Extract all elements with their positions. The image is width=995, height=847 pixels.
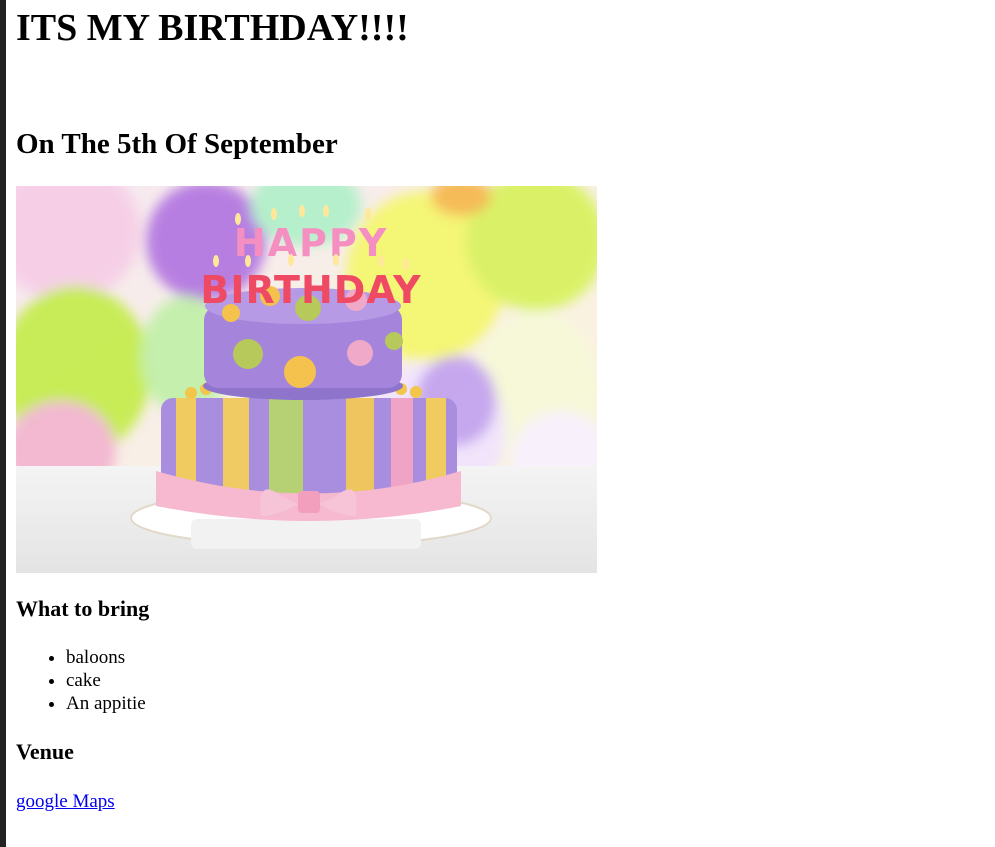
venue-heading: Venue [16,739,74,764]
svg-text:HAPPY: HAPPY [234,221,388,265]
birthday-cake-image: HAPPY BIRTHDAY [16,186,597,573]
list-item: cake [66,669,146,692]
list-item: baloons [66,646,146,669]
list-item: An appitie [66,692,146,715]
google-maps-link[interactable]: google Maps [16,790,115,813]
what-to-bring-heading: What to bring [16,596,150,621]
left-border-bar [0,0,6,847]
svg-text:BIRTHDAY: BIRTHDAY [200,268,421,312]
date-heading: On The 5th Of September [16,128,338,160]
page-title: ITS MY BIRTHDAY!!!! [16,7,409,49]
bring-list: baloons cake An appitie [16,646,146,715]
